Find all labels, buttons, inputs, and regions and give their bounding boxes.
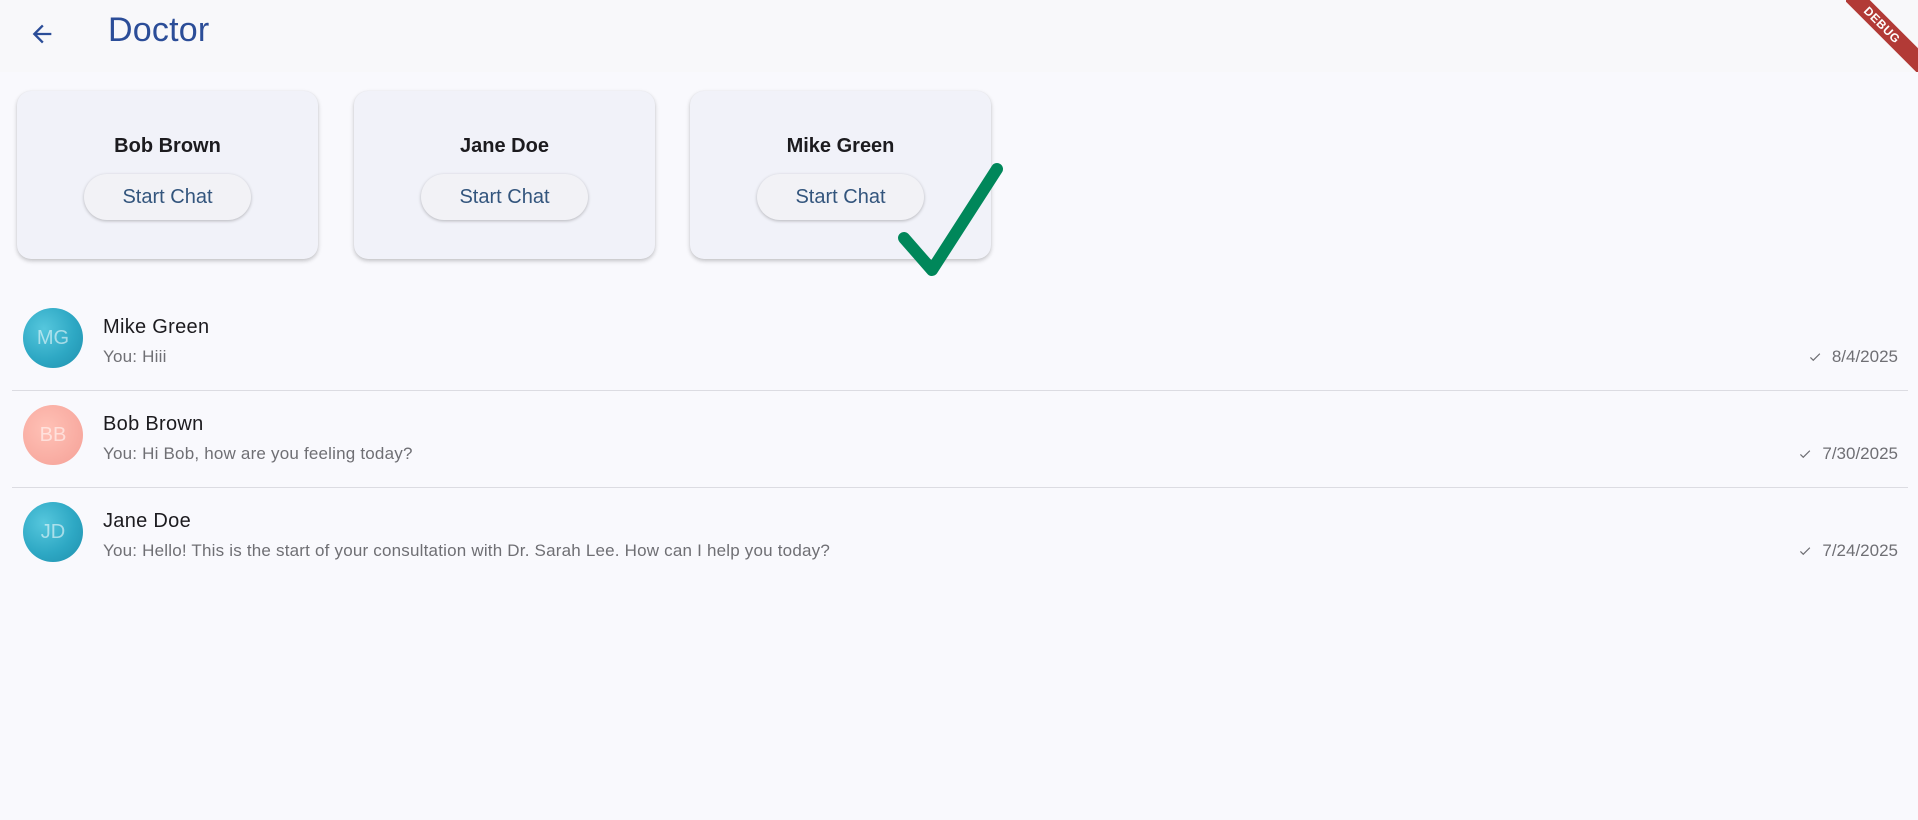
app-bar: Doctor DEBUG — [0, 0, 1918, 72]
check-icon — [1798, 447, 1812, 461]
doctor-name: Bob Brown — [114, 135, 221, 157]
doctor-name: Jane Doe — [460, 135, 549, 157]
chat-meta: 7/30/2025 — [1798, 444, 1898, 464]
debug-banner: DEBUG — [1846, 0, 1918, 72]
arrow-left-icon — [32, 24, 52, 44]
chat-name: Bob Brown — [103, 413, 204, 435]
avatar: BB — [23, 405, 83, 465]
back-button[interactable] — [22, 14, 62, 54]
doctor-card: Jane Doe Start Chat — [354, 91, 655, 259]
chat-name: Jane Doe — [103, 510, 192, 532]
chat-last-message: You: Hiii — [103, 347, 167, 366]
chat-meta: 7/24/2025 — [1798, 541, 1898, 561]
page-title: Doctor — [108, 11, 210, 49]
doctor-name: Mike Green — [786, 135, 895, 157]
doctor-card: Bob Brown Start Chat — [17, 91, 318, 259]
avatar: JD — [23, 502, 83, 562]
chat-date: 7/24/2025 — [1822, 541, 1898, 560]
chat-date: 7/30/2025 — [1822, 444, 1898, 463]
chat-last-message: You: Hello! This is the start of your co… — [103, 541, 830, 560]
check-icon — [1808, 350, 1822, 364]
chat-list-item[interactable]: MG Mike Green You: Hiii 8/4/2025 — [12, 294, 1908, 391]
debug-label: DEBUG — [1846, 0, 1918, 72]
check-icon — [1798, 544, 1812, 558]
checkmark-icon — [898, 163, 1003, 276]
chat-date: 8/4/2025 — [1831, 347, 1898, 366]
chat-last-message: You: Hi Bob, how are you feeling today? — [103, 444, 413, 463]
avatar: MG — [23, 308, 83, 368]
chat-meta: 8/4/2025 — [1808, 347, 1898, 367]
start-chat-button[interactable]: Start Chat — [84, 174, 251, 220]
chat-list-item[interactable]: BB Bob Brown You: Hi Bob, how are you fe… — [12, 391, 1908, 488]
chat-name: Mike Green — [103, 316, 210, 338]
chat-list-item[interactable]: JD Jane Doe You: Hello! This is the star… — [12, 488, 1908, 584]
chat-list: MG Mike Green You: Hiii 8/4/2025 BB Bob … — [12, 294, 1908, 584]
start-chat-button[interactable]: Start Chat — [421, 174, 588, 220]
